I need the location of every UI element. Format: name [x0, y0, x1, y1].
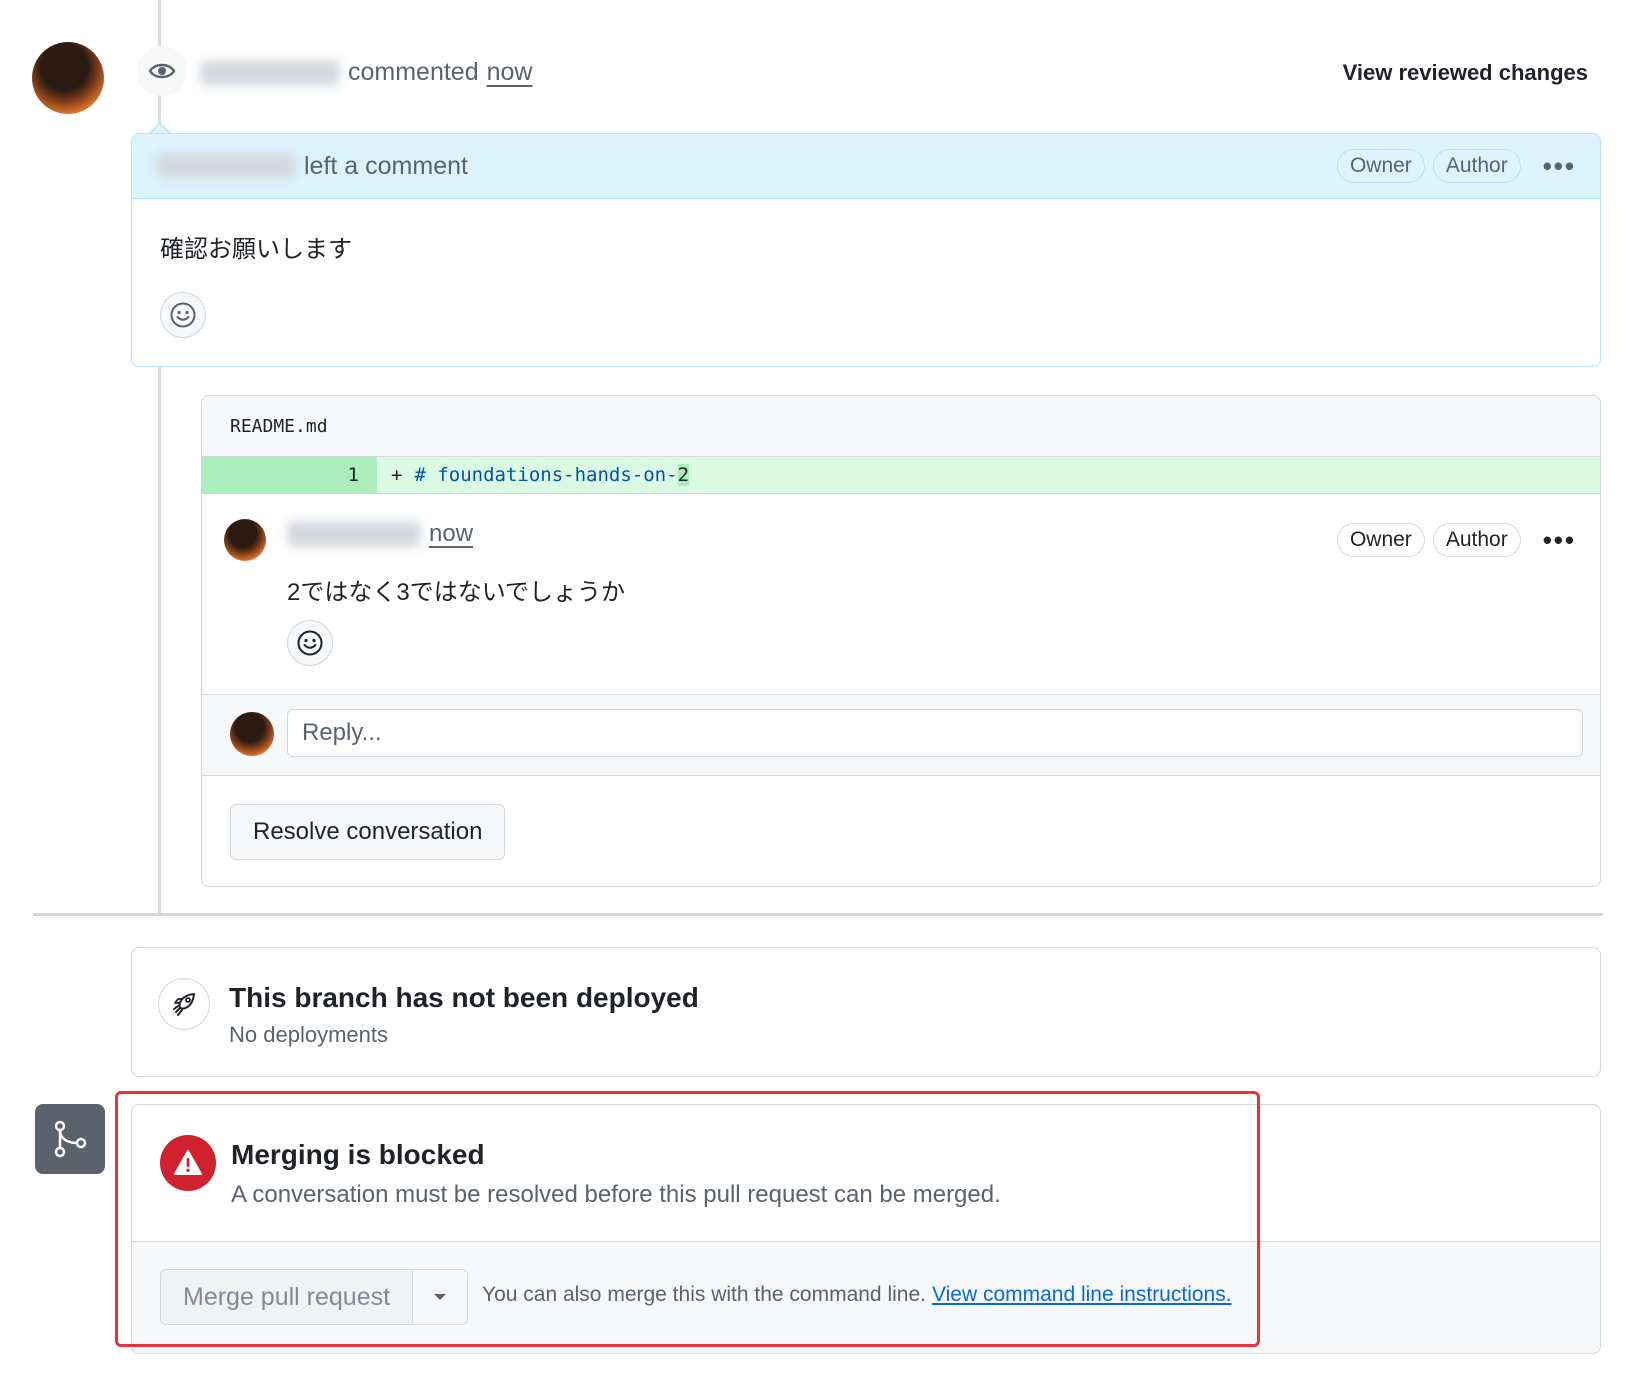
review-header-text: left a comment — [304, 151, 468, 180]
owner-label: Owner — [1336, 149, 1425, 183]
add-reaction-button[interactable] — [160, 292, 206, 338]
review-action: commented — [348, 58, 479, 86]
comment-actions: Owner Author ••• — [1329, 523, 1576, 557]
review-event-line: commented now — [200, 58, 533, 87]
author-label: Author — [1432, 149, 1521, 183]
review-author-name[interactable] — [156, 153, 296, 179]
view-reviewed-changes-link[interactable]: View reviewed changes — [1343, 60, 1588, 86]
diff-code-highlight: 2 — [677, 464, 690, 486]
smiley-icon — [297, 630, 323, 656]
diff-line-number[interactable]: 1 — [202, 457, 377, 493]
review-event-badge — [137, 46, 187, 96]
smiley-icon — [170, 302, 196, 328]
highlight-annotation — [115, 1091, 1260, 1347]
reply-area: Reply... — [202, 694, 1600, 776]
comment-author-name[interactable] — [287, 521, 421, 547]
deployment-subtitle: No deployments — [229, 1022, 388, 1047]
review-time-link[interactable]: now — [487, 58, 533, 87]
review-thread: README.md 1 + # foundations-hands-on-2 no… — [201, 395, 1601, 887]
comment-owner-label: Owner — [1336, 523, 1425, 557]
reviewer-avatar[interactable] — [32, 42, 104, 114]
timeline-separator — [33, 913, 1603, 916]
review-comment-header: left a comment Owner Author ••• — [132, 134, 1600, 199]
rocket-icon — [158, 978, 210, 1030]
diff-line: 1 + # foundations-hands-on-2 — [202, 456, 1600, 494]
reviewer-name[interactable] — [200, 59, 340, 86]
deployment-status-box: This branch has not been deployed No dep… — [131, 947, 1601, 1077]
diff-code: + # foundations-hands-on-2 — [377, 464, 690, 486]
reply-input[interactable]: Reply... — [287, 709, 1583, 757]
diff-code-text: # foundations-hands-on- — [414, 464, 678, 486]
file-header: README.md — [202, 396, 1600, 456]
diff-marker: + — [391, 464, 403, 486]
comment-author-label: Author — [1432, 523, 1521, 557]
resolve-conversation-button[interactable]: Resolve conversation — [230, 804, 506, 860]
kebab-horizontal-icon[interactable]: ••• — [1543, 151, 1576, 182]
git-merge-icon — [35, 1104, 105, 1174]
eye-icon — [148, 63, 176, 79]
comment-time-link[interactable]: now — [429, 520, 473, 548]
comment-header: now — [287, 520, 473, 548]
deployment-title: This branch has not been deployed — [229, 982, 699, 1013]
file-name[interactable]: README.md — [230, 416, 328, 437]
current-user-avatar — [230, 712, 274, 756]
comment-author-avatar[interactable] — [224, 519, 266, 561]
add-reaction-button[interactable] — [287, 620, 333, 666]
kebab-horizontal-icon[interactable]: ••• — [1543, 525, 1576, 556]
review-comment-body: 確認お願いします — [160, 236, 352, 263]
review-comment-box: left a comment Owner Author ••• 確認お願いします — [131, 133, 1601, 367]
comment-body: 2ではなく3ではないでしょうか — [287, 579, 625, 606]
